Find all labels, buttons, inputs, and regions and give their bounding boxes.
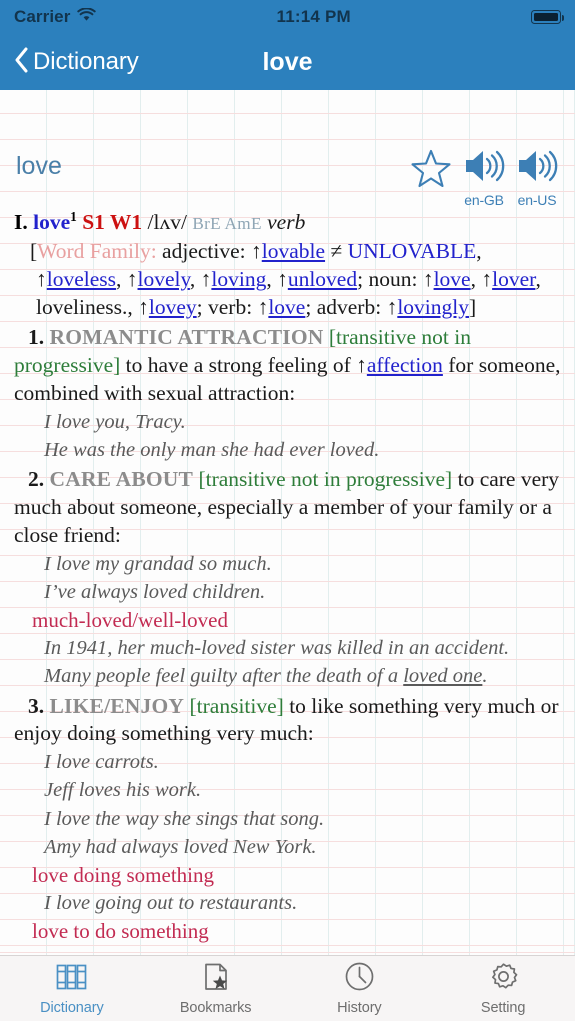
word-family-block: [Word Family: adjective: ↑lovable ≠ UNLO… <box>30 239 541 319</box>
audio-en-us-button[interactable]: en-US <box>515 146 559 208</box>
sense-1-definition-a: to have a strong feeling of ↑ <box>125 352 367 377</box>
collocation-love-to-do-something: love to do something <box>32 919 209 944</box>
example-sentence: I love going out to restaurants. <box>44 892 298 915</box>
back-button[interactable]: Dictionary <box>0 47 149 78</box>
headword-bold: love <box>33 210 71 235</box>
clock-icon <box>344 961 375 997</box>
speaker-icon <box>515 146 559 191</box>
example-sentence: Jeff loves his work. <box>44 779 202 802</box>
tab-setting-label: Setting <box>480 1000 526 1016</box>
example-text-before: Many people feel guilty after the death … <box>44 665 404 688</box>
sense-1-xref-affection[interactable]: affection <box>367 353 443 377</box>
speaker-icon <box>462 146 506 191</box>
example-sentence: I love carrots. <box>44 751 159 774</box>
audio-en-gb-label: en-GB <box>464 192 504 208</box>
entry-headword: love <box>16 152 62 180</box>
entry-header: love en-GB en-US <box>8 90 567 208</box>
tab-bookmarks-label: Bookmarks <box>179 999 252 1016</box>
tab-setting[interactable]: Setting <box>431 956 575 1021</box>
word-family-link-love-noun[interactable]: love <box>434 267 471 291</box>
roman-numeral: I. <box>14 210 28 235</box>
word-family-link-lovey[interactable]: lovey <box>149 295 197 319</box>
audio-en-gb-button[interactable]: en-GB <box>462 146 506 208</box>
sense-2-signpost: CARE ABOUT <box>49 466 194 491</box>
not-equal-sign: ≠ <box>330 239 343 264</box>
word-family-verb-label: verb: <box>208 294 253 319</box>
sense-2-grammar: [transitive not in progressive] <box>198 466 453 491</box>
tab-bookmarks[interactable]: Bookmarks <box>144 956 288 1021</box>
example-sentence: He was the only man she had ever loved. <box>44 438 380 461</box>
word-family-link-unloved[interactable]: unloved <box>288 267 357 291</box>
word-family-link-love-verb[interactable]: love <box>268 295 305 319</box>
status-bar: Carrier 11:14 PM <box>0 0 575 34</box>
battery-full-icon <box>531 10 565 24</box>
word-family-noun-label: noun: <box>368 267 418 292</box>
word-family-loveliness: loveliness., <box>36 294 133 319</box>
example-sentence: Many people feel guilty after the death … <box>14 663 563 690</box>
carrier-label: Carrier <box>14 7 71 26</box>
sense-2-number: 2. <box>28 466 45 491</box>
word-family-link-loving[interactable]: loving <box>211 267 266 291</box>
sense-2: 2. CARE ABOUT [transitive not in progres… <box>14 466 563 550</box>
sense-3: 3. LIKE/ENJOY [transitive] to like somet… <box>14 693 563 749</box>
word-family-link-lover[interactable]: lover <box>492 267 535 291</box>
navigation-bar: Dictionary love <box>0 34 575 90</box>
status-bar-right <box>531 10 565 24</box>
status-bar-time: 11:14 PM <box>276 7 351 26</box>
word-family-close-bracket: ] <box>468 294 477 319</box>
tab-dictionary[interactable]: Dictionary <box>0 956 144 1021</box>
sense-3-number: 3. <box>28 693 45 718</box>
page-star-icon <box>201 962 231 997</box>
word-family-adverb-label: adverb: <box>316 294 382 319</box>
chevron-left-icon <box>14 47 29 78</box>
tab-history[interactable]: History <box>288 956 432 1021</box>
word-family-link-lovable[interactable]: lovable <box>262 239 325 263</box>
star-outline-icon <box>409 146 453 195</box>
example-text-after: . <box>482 665 488 688</box>
example-sentence: I’ve always loved children. <box>44 580 266 603</box>
sense-3-grammar: [transitive] <box>189 693 284 718</box>
status-bar-left: Carrier <box>14 7 97 27</box>
example-sentence: In 1941, her much-loved sister was kille… <box>44 637 510 660</box>
word-family-label: Word Family: <box>37 239 157 264</box>
tab-history-label: History <box>337 1000 382 1016</box>
entry-body: I. love1 S1 W1 /lʌv/ BrE AmE verb [Word … <box>8 208 567 946</box>
dialect-labels: BrE AmE <box>192 214 262 234</box>
back-button-label: Dictionary <box>33 48 139 75</box>
tab-bar: Dictionary Bookmarks History Setting <box>0 955 575 1021</box>
entry-actions: en-GB en-US <box>409 146 565 208</box>
gear-icon <box>488 961 519 997</box>
example-sentence: I love the way she sings that song. <box>44 807 325 830</box>
word-family-unlovable[interactable]: UNLOVABLE <box>348 239 477 263</box>
collocation-much-loved: much-loved/well-loved <box>32 607 228 632</box>
pronunciation: /lʌv/ <box>147 210 187 235</box>
example-underlined-phrase: loved one <box>403 665 483 688</box>
homograph-number: 1 <box>70 209 77 224</box>
word-family-adjective-label: adjective: <box>162 239 246 264</box>
word-family-link-loveless[interactable]: loveless <box>47 267 116 291</box>
word-family-link-lovely[interactable]: lovely <box>138 267 190 291</box>
entry-content[interactable]: love en-GB en-US I. love1 S1 W1 /lʌv/ Br… <box>0 90 575 955</box>
books-icon <box>55 962 89 997</box>
tab-dictionary-label: Dictionary <box>40 999 104 1016</box>
dictionary-app: Carrier 11:14 PM Dictionary love love en… <box>0 0 575 1021</box>
sense-3-signpost: LIKE/ENJOY <box>49 693 185 718</box>
part-of-speech: verb <box>267 210 306 235</box>
audio-en-us-label: en-US <box>517 192 557 208</box>
sense-1: 1. ROMANTIC ATTRACTION [transitive not i… <box>14 324 563 408</box>
example-sentence: Amy had always loved New York. <box>44 835 317 858</box>
bookmark-star-button[interactable] <box>409 146 453 195</box>
sense-1-number: 1. <box>28 324 45 349</box>
example-sentence: I love you, Tracy. <box>44 410 186 433</box>
frequency-badge: S1 W1 <box>82 210 143 235</box>
collocation-love-doing-something: love doing something <box>32 862 214 887</box>
headword-line: I. love1 S1 W1 /lʌv/ BrE AmE verb <box>14 208 563 237</box>
example-sentence: I love my grandad so much. <box>44 552 272 575</box>
wifi-icon <box>77 7 97 27</box>
sense-1-signpost: ROMANTIC ATTRACTION <box>49 324 324 349</box>
word-family-link-lovingly[interactable]: lovingly <box>397 295 469 319</box>
